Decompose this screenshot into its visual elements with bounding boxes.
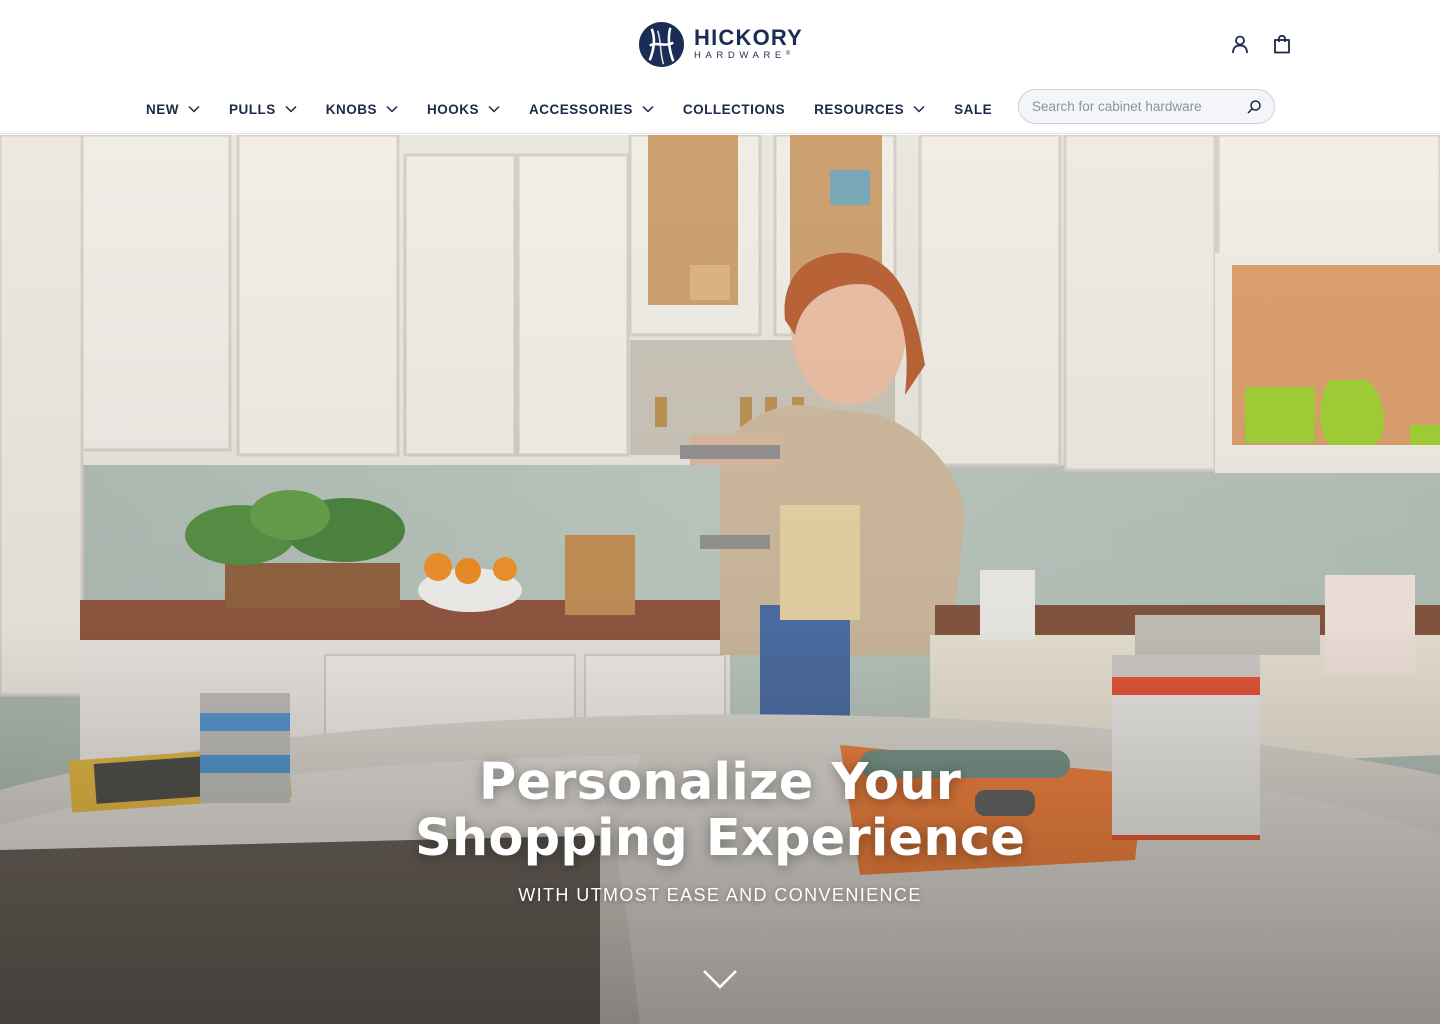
chevron-down-icon [285, 105, 297, 113]
hero-title: Personalize Your Shopping Experience [0, 755, 1440, 867]
nav-label: COLLECTIONS [682, 101, 786, 117]
nav-item-hooks[interactable]: HOOKS [427, 102, 500, 117]
chevron-down-icon [386, 105, 398, 113]
nav-label: PULLS [229, 101, 276, 117]
hero-title-line2: Shopping Experience [414, 809, 1026, 868]
search-icon[interactable] [1246, 99, 1262, 115]
nav-item-pulls[interactable]: PULLS [229, 102, 297, 117]
hero-subtitle: WITH UTMOST EASE AND CONVENIENCE [518, 885, 922, 905]
hero-banner: Personalize Your Shopping Experience WIT… [0, 135, 1440, 1024]
logo-tagline: HARDWARE® [694, 50, 791, 62]
nav-label: RESOURCES [814, 101, 905, 117]
logo-mark-icon [638, 21, 685, 67]
nav-item-accessories[interactable]: ACCESSORIES [529, 102, 654, 117]
chevron-down-icon [188, 105, 200, 113]
main-nav: NEW PULLS KNOBS HOOKS ACCESSORIES COLLEC… [146, 96, 992, 122]
shopping-bag-icon[interactable] [1270, 32, 1294, 56]
logo-name: HICKORY [694, 25, 804, 51]
nav-item-collections[interactable]: COLLECTIONS [683, 102, 785, 117]
nav-label: KNOBS [325, 101, 378, 117]
site-header: HICKORY HARDWARE® NEW PULLS KNOBS HOOKS … [0, 0, 1440, 134]
chevron-down-icon [488, 105, 500, 113]
nav-label: HOOKS [427, 101, 480, 117]
search-input[interactable] [1032, 99, 1246, 114]
nav-item-sale[interactable]: SALE [954, 102, 992, 117]
nav-item-knobs[interactable]: KNOBS [326, 102, 398, 117]
hero-title-line1: Personalize Your [478, 753, 962, 812]
nav-label: NEW [146, 101, 179, 117]
brand-logo[interactable]: HICKORY HARDWARE® [638, 20, 808, 68]
nav-label: SALE [954, 101, 993, 117]
search-bar [1018, 89, 1275, 124]
chevron-down-icon [642, 105, 654, 113]
header-actions [1228, 32, 1294, 56]
chevron-down-icon[interactable] [702, 968, 738, 990]
nav-item-resources[interactable]: RESOURCES [814, 102, 925, 117]
logo-wordmark: HICKORY HARDWARE® [694, 27, 803, 61]
account-icon[interactable] [1228, 32, 1252, 56]
nav-label: ACCESSORIES [529, 101, 633, 117]
chevron-down-icon [913, 105, 925, 113]
nav-item-new[interactable]: NEW [146, 102, 200, 117]
